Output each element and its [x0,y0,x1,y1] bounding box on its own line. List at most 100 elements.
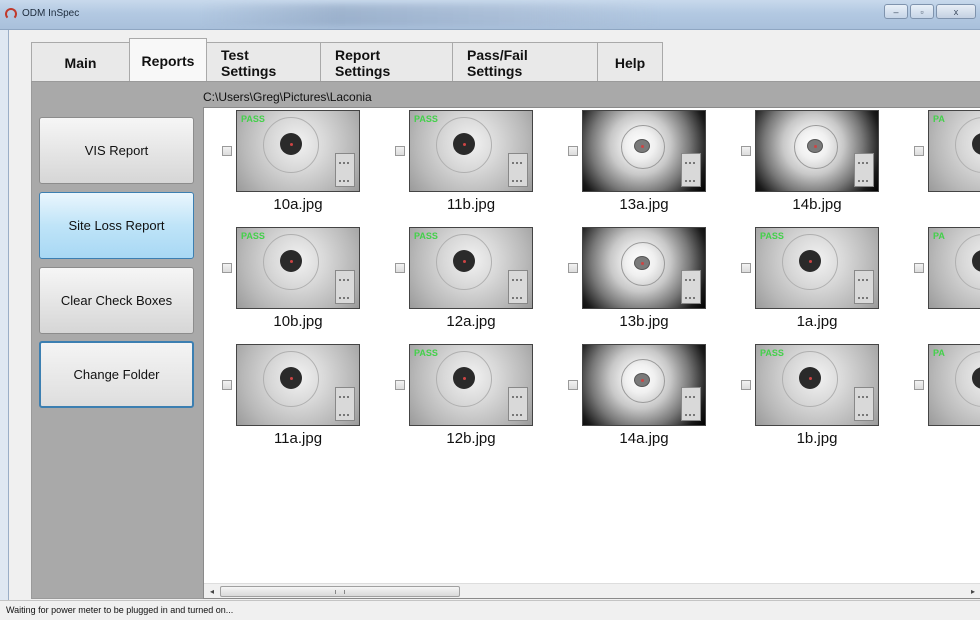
thumbnail-image[interactable]: PASS [755,344,879,426]
thumbnail-image[interactable]: PASS [409,344,533,426]
inset-panel [508,387,528,421]
thumbnail-filename: 10a.jpg [273,196,323,213]
thumbnail-checkbox[interactable] [222,380,232,390]
thumbnail-checkbox[interactable] [914,380,924,390]
thumbnail-checkbox[interactable] [914,263,924,273]
folder-path: C:\Users\Greg\Pictures\Laconia [203,90,372,104]
tab-report-settings[interactable]: Report Settings [320,42,453,82]
thumbnail-grid: PA PASS 1b.jpg 14a.jpg PASS 12b.jpg 11a.jpg PA P… [203,107,980,599]
beam-spot [453,367,475,389]
thumbnail-item[interactable]: PASS 10b.jpg [204,225,360,335]
thumbnail-checkbox[interactable] [741,380,751,390]
thumbnail-image[interactable] [582,227,706,309]
tab-main[interactable]: Main [31,42,130,82]
thumbnail-image[interactable] [582,110,706,192]
beam-spot [453,133,475,155]
thumbnail-filename: 11b.jpg [446,196,496,213]
arrow-left-icon[interactable]: ◂ [206,586,218,597]
thumbnail-image[interactable]: PASS [236,110,360,192]
scrollbar-thumb[interactable] [220,586,460,597]
thumbnail-image[interactable]: PA [928,344,980,426]
thumbnail-checkbox[interactable] [395,146,405,156]
thumbnail-image[interactable]: PA [928,227,980,309]
beam-spot [280,250,302,272]
thumbnail-item[interactable]: PASS 11b.jpg [377,108,533,218]
reports-panel: VIS Report Site Loss Report Clear Check … [31,81,980,599]
thumbnail-image[interactable] [755,110,879,192]
pass-badge: PASS [241,114,265,124]
inset-panel [335,387,355,421]
thumbnail-item[interactable]: PASS 1b.jpg [723,342,879,452]
pass-badge: PA [933,114,945,124]
thumbnail-item[interactable]: PASS 12b.jpg [377,342,533,452]
thumbnail-item[interactable]: PASS 1a.jpg [723,225,879,335]
thumbnail-checkbox[interactable] [222,146,232,156]
tab-test-settings[interactable]: Test Settings [206,42,321,82]
thumbnail-image[interactable] [236,344,360,426]
thumbnail-checkbox[interactable] [395,380,405,390]
thumbnail-filename: 1b.jpg [796,430,838,447]
window-frame: Main Reports Test Settings Report Settin… [8,30,980,600]
thumbnail-checkbox[interactable] [914,146,924,156]
thumbnail-image[interactable]: PASS [409,227,533,309]
thumbnail-filename: 10b.jpg [273,313,323,330]
inset-panel [854,270,874,304]
beam-spot [799,250,821,272]
close-button[interactable]: x [936,4,976,19]
beam-spot [799,367,821,389]
thumbnail-filename: 13b.jpg [619,313,669,330]
thumbnail-checkbox[interactable] [568,380,578,390]
thumbnail-filename: 14b.jpg [792,196,842,213]
minimize-button[interactable]: – [884,4,908,19]
thumbnail-image[interactable]: PASS [755,227,879,309]
pass-badge: PASS [414,348,438,358]
thumbnail-item[interactable]: PA [896,108,980,218]
thumbnail-item[interactable]: PASS 12a.jpg [377,225,533,335]
beam-spot [280,133,302,155]
window-title: ODM InSpec [22,8,80,19]
thumbnail-image[interactable]: PASS [409,110,533,192]
thumbnail-item[interactable]: 11a.jpg [204,342,360,452]
tab-help[interactable]: Help [597,42,663,82]
maximize-button[interactable]: ▫ [910,4,934,19]
thumbnail-checkbox[interactable] [741,263,751,273]
inset-panel [508,153,528,187]
beam-spot [807,139,823,153]
pass-badge: PA [933,231,945,241]
site-loss-report-button[interactable]: Site Loss Report [39,192,194,259]
thumbnail-item[interactable]: 13a.jpg [550,108,706,218]
clear-check-boxes-button[interactable]: Clear Check Boxes [39,267,194,334]
pass-badge: PASS [760,348,784,358]
inset-panel [681,153,701,187]
vis-report-button[interactable]: VIS Report [39,117,194,184]
thumbnail-filename: 12a.jpg [446,313,496,330]
beam-spot [634,139,650,153]
thumbnail-item[interactable]: 14a.jpg [550,342,706,452]
thumbnail-image[interactable]: PA [928,110,980,192]
pass-badge: PA [933,348,945,358]
thumbnail-image[interactable] [582,344,706,426]
thumbnail-image[interactable]: PASS [236,227,360,309]
thumbnail-filename: 11a.jpg [273,430,323,447]
thumbnail-item[interactable]: 13b.jpg [550,225,706,335]
thumbnail-item[interactable]: PA [896,342,980,452]
thumbnail-item[interactable]: 14b.jpg [723,108,879,218]
thumbnail-checkbox[interactable] [395,263,405,273]
thumbnail-checkbox[interactable] [741,146,751,156]
thumbnail-filename: 13a.jpg [619,196,669,213]
change-folder-button[interactable]: Change Folder [39,341,194,408]
thumbnail-checkbox[interactable] [568,146,578,156]
inset-panel [508,270,528,304]
pass-badge: PASS [760,231,784,241]
arrow-right-icon[interactable]: ▸ [967,586,979,597]
tab-reports[interactable]: Reports [129,38,207,82]
pass-badge: PASS [241,231,265,241]
thumbnail-checkbox[interactable] [222,263,232,273]
inset-panel [854,153,874,187]
pass-badge: PASS [414,231,438,241]
horizontal-scrollbar[interactable]: ◂ ▸ [204,583,980,598]
thumbnail-checkbox[interactable] [568,263,578,273]
tab-pass-fail-settings[interactable]: Pass/Fail Settings [452,42,598,82]
thumbnail-item[interactable]: PASS 10a.jpg [204,108,360,218]
thumbnail-item[interactable]: PA [896,225,980,335]
